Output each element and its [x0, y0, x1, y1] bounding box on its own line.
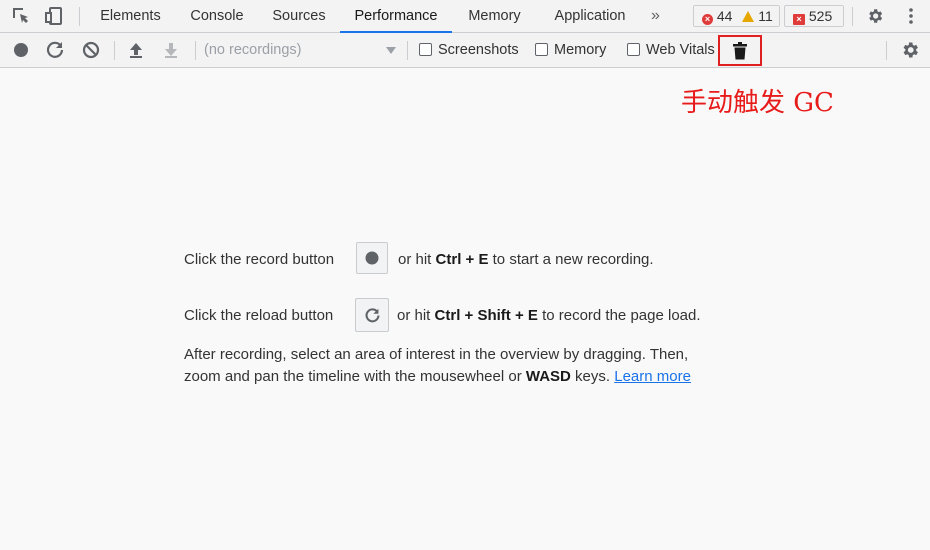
record-instruction-pre: Click the record button — [184, 251, 335, 268]
web-vitals-checkbox[interactable]: Web Vitals — [627, 42, 715, 59]
reload-record-icon[interactable] — [45, 40, 65, 60]
console-counters[interactable]: × 44 11 — [693, 5, 780, 27]
landing-record-button[interactable] — [356, 242, 388, 274]
after-recording-line-1: After recording, select an area of inter… — [184, 346, 689, 363]
tab-memory[interactable]: Memory — [459, 0, 530, 32]
record-instruction-post: to start a new recording. — [492, 251, 654, 268]
after-line2-post: keys. — [575, 368, 611, 385]
error-icon: × — [702, 14, 713, 25]
chevron-down-icon — [386, 47, 396, 54]
record-icon[interactable] — [11, 40, 31, 60]
reload-instruction-post: to record the page load. — [542, 307, 701, 324]
warning-icon — [742, 11, 755, 22]
reload-instruction-pre: Click the reload button — [184, 307, 334, 324]
record-icon — [365, 251, 379, 265]
settings-gear-icon[interactable] — [866, 7, 884, 25]
more-options-icon[interactable] — [902, 7, 920, 25]
performance-toolbar: (no recordings) Screenshots Memory Web V… — [0, 33, 930, 68]
record-instruction: Click the record button — [184, 251, 334, 268]
reload-instruction-tail: or hit Ctrl + Shift + E to record the pa… — [397, 307, 701, 324]
tab-sources[interactable]: Sources — [265, 0, 333, 32]
recordings-dropdown[interactable]: (no recordings) — [204, 39, 400, 61]
recordings-placeholder: (no recordings) — [204, 42, 302, 58]
device-toolbar-icon[interactable] — [45, 7, 63, 25]
tab-console[interactable]: Console — [183, 0, 251, 32]
gc-annotation-label: 手动触发 GC — [681, 88, 834, 118]
toolbar-divider — [195, 41, 196, 60]
record-hit-text: or hit — [398, 251, 432, 268]
wasd-keys: WASD — [525, 368, 571, 385]
clear-icon[interactable] — [81, 40, 101, 60]
record-shortcut: Ctrl + E — [435, 251, 489, 268]
screenshots-label: Screenshots — [438, 42, 519, 58]
more-tabs-icon[interactable]: » — [651, 0, 660, 32]
toolbar-divider — [886, 41, 887, 60]
memory-label: Memory — [554, 42, 607, 58]
record-instruction-tail: or hit Ctrl + E to start a new recording… — [398, 251, 654, 268]
screenshots-checkbox[interactable]: Screenshots — [419, 42, 519, 59]
issues-counter[interactable]: × 525 — [784, 5, 844, 27]
toolbar-divider — [114, 41, 115, 60]
trash-icon — [733, 42, 747, 60]
after-line2-pre: zoom and pan the timeline with the mouse… — [184, 368, 522, 385]
reload-instruction: Click the reload button — [184, 307, 333, 324]
load-profile-icon[interactable] — [126, 40, 146, 60]
warning-count: 11 — [758, 8, 773, 24]
reload-shortcut: Ctrl + Shift + E — [434, 307, 538, 324]
memory-checkbox[interactable]: Memory — [535, 42, 606, 59]
reload-hit-text: or hit — [397, 307, 431, 324]
after-recording-line-2: zoom and pan the timeline with the mouse… — [184, 368, 691, 385]
issues-count: 525 — [808, 8, 833, 24]
landing-reload-button[interactable] — [355, 298, 389, 332]
tab-bar-divider — [79, 7, 80, 26]
error-count: 44 — [716, 8, 733, 24]
tab-elements[interactable]: Elements — [93, 0, 168, 32]
capture-settings-gear-icon[interactable] — [900, 40, 920, 60]
learn-more-link[interactable]: Learn more — [614, 368, 691, 385]
reload-icon — [365, 308, 380, 323]
issues-icon: × — [793, 14, 805, 25]
devtools-tab-bar: Elements Console Sources Performance Mem… — [0, 0, 930, 33]
tab-performance[interactable]: Performance — [340, 0, 452, 33]
checkbox-box[interactable] — [535, 43, 548, 56]
checkbox-box[interactable] — [419, 43, 432, 56]
tab-application[interactable]: Application — [545, 0, 635, 32]
inspect-element-icon[interactable] — [12, 7, 30, 25]
tab-bar-divider — [852, 7, 853, 26]
save-profile-icon[interactable] — [161, 40, 181, 60]
toolbar-divider — [407, 41, 408, 60]
checkbox-box[interactable] — [627, 43, 640, 56]
web-vitals-label: Web Vitals — [646, 42, 715, 58]
collect-garbage-button[interactable] — [718, 35, 762, 66]
